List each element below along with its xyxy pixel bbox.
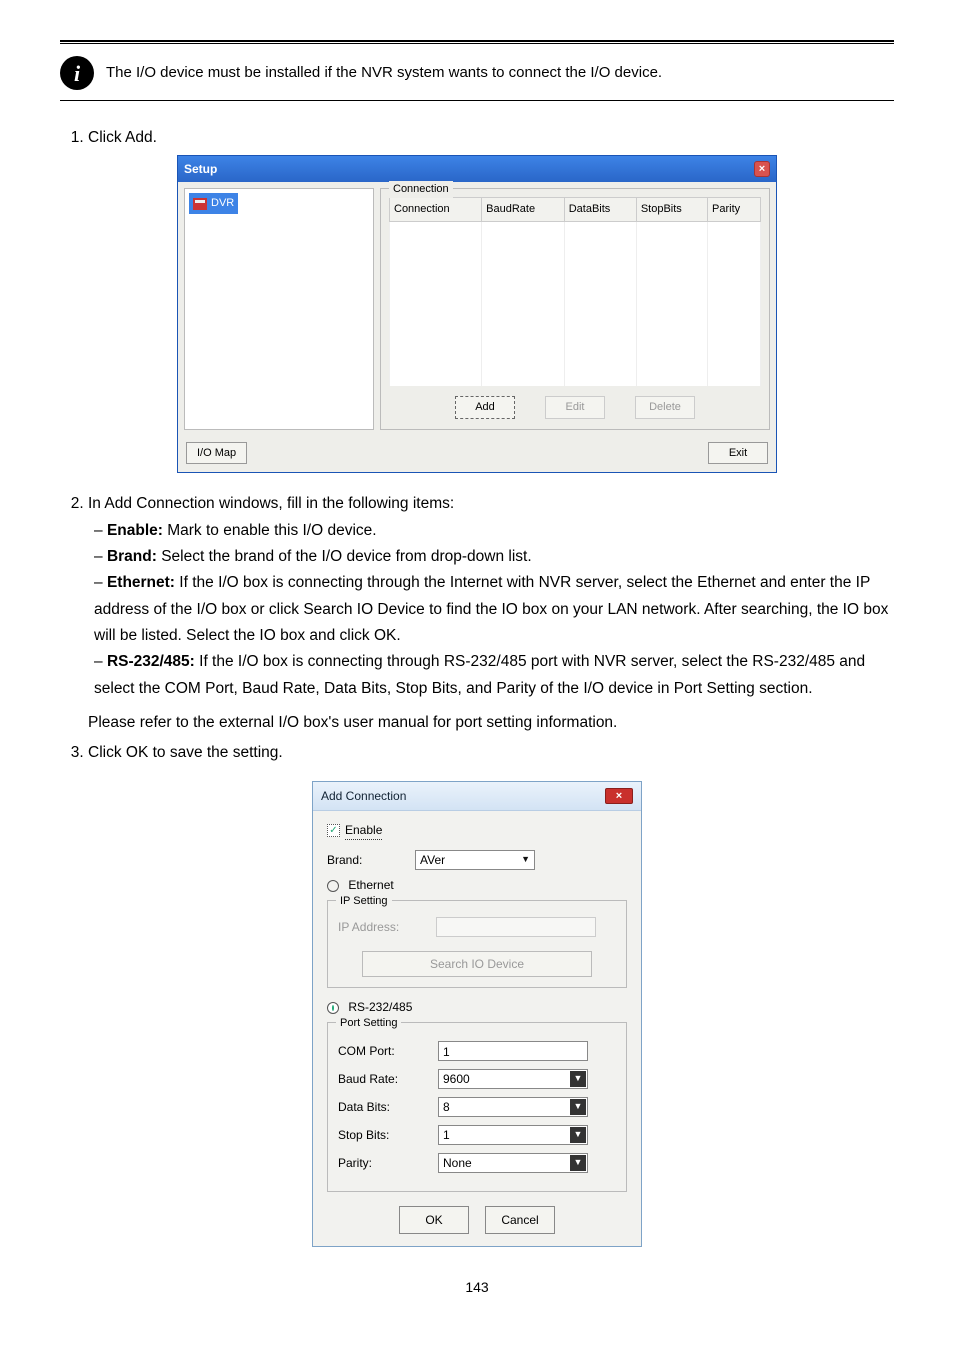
sub-brand-desc: Select the brand of the I/O device from … (161, 548, 531, 565)
stop-bits-label: Stop Bits: (338, 1126, 438, 1144)
sub-enable-label: Enable: (107, 522, 163, 539)
info-note: The I/O device must be installed if the … (106, 56, 662, 85)
port-setting-legend: Port Setting (336, 1015, 401, 1032)
edit-button[interactable]: Edit (545, 396, 605, 419)
sub-rs-desc2: Please refer to the external I/O box's u… (88, 710, 894, 736)
step-2: In Add Connection windows, fill in the f… (88, 491, 894, 736)
chevron-down-icon: ▼ (521, 853, 530, 867)
page-number: 143 (60, 1277, 894, 1298)
data-bits-label: Data Bits: (338, 1098, 438, 1116)
parity-label: Parity: (338, 1154, 438, 1172)
sub-ethernet-desc: If the I/O box is connecting through the… (94, 574, 888, 644)
data-bits-select[interactable]: 8 ▼ (438, 1097, 588, 1117)
sub-rs-desc1: If the I/O box is connecting through RS-… (94, 653, 865, 696)
add-button[interactable]: Add (455, 396, 515, 419)
stop-bits-select[interactable]: 1 ▼ (438, 1125, 588, 1145)
ethernet-radio[interactable] (327, 880, 339, 892)
col-baudrate[interactable]: BaudRate (482, 198, 565, 222)
io-map-button[interactable]: I/O Map (186, 442, 247, 465)
ethernet-option-label: Ethernet (348, 878, 393, 892)
sub-brand-label: Brand: (107, 548, 157, 565)
baud-rate-select[interactable]: 9600 ▼ (438, 1069, 588, 1089)
close-icon[interactable]: × (754, 161, 770, 177)
brand-label: Brand: (327, 851, 407, 869)
col-connection[interactable]: Connection (390, 198, 482, 222)
com-port-label: COM Port: (338, 1042, 438, 1060)
rs232485-option-label: RS-232/485 (348, 1000, 412, 1014)
setup-window: Setup × DVR Connection (177, 155, 777, 473)
ip-setting-legend: IP Setting (336, 893, 392, 910)
close-icon[interactable]: × (605, 788, 633, 804)
connection-group-label: Connection (389, 181, 453, 198)
exit-button[interactable]: Exit (708, 442, 768, 465)
step-3: Click OK to save the setting. (88, 740, 894, 766)
step-1: Click Add. (88, 125, 894, 151)
dvr-icon (193, 198, 207, 210)
chevron-down-icon: ▼ (570, 1071, 586, 1087)
ip-address-field (436, 917, 596, 937)
parity-select[interactable]: None ▼ (438, 1153, 588, 1173)
ok-button[interactable]: OK (399, 1206, 469, 1234)
col-parity[interactable]: Parity (708, 198, 761, 222)
connection-table: Connection BaudRate DataBits StopBits Pa… (389, 197, 761, 386)
com-port-field[interactable]: 1 (438, 1041, 588, 1061)
baud-rate-label: Baud Rate: (338, 1070, 438, 1088)
info-icon: i (60, 56, 94, 90)
ip-address-label: IP Address: (338, 918, 428, 936)
brand-select[interactable]: AVer ▼ (415, 850, 535, 870)
cancel-button[interactable]: Cancel (485, 1206, 555, 1234)
col-databits[interactable]: DataBits (564, 198, 636, 222)
tree-panel: DVR (184, 188, 374, 430)
sub-enable-desc: Mark to enable this I/O device. (167, 522, 376, 539)
enable-label: Enable (345, 821, 382, 840)
chevron-down-icon: ▼ (570, 1127, 586, 1143)
tree-node-label: DVR (211, 195, 234, 212)
add-connection-title: Add Connection (321, 787, 406, 805)
enable-checkbox[interactable]: ✓ (327, 824, 340, 837)
add-connection-window: Add Connection × ✓ Enable Brand: AVer ▼ (312, 781, 642, 1247)
rs232485-radio[interactable] (327, 1002, 339, 1014)
tree-node-dvr[interactable]: DVR (189, 193, 238, 214)
col-stopbits[interactable]: StopBits (636, 198, 707, 222)
sub-ethernet-label: Ethernet: (107, 574, 175, 591)
chevron-down-icon: ▼ (570, 1099, 586, 1115)
delete-button[interactable]: Delete (635, 396, 695, 419)
chevron-down-icon: ▼ (570, 1155, 586, 1171)
setup-title: Setup (184, 160, 217, 178)
sub-rs-label: RS-232/485: (107, 653, 195, 670)
search-io-device-button: Search IO Device (362, 951, 592, 977)
